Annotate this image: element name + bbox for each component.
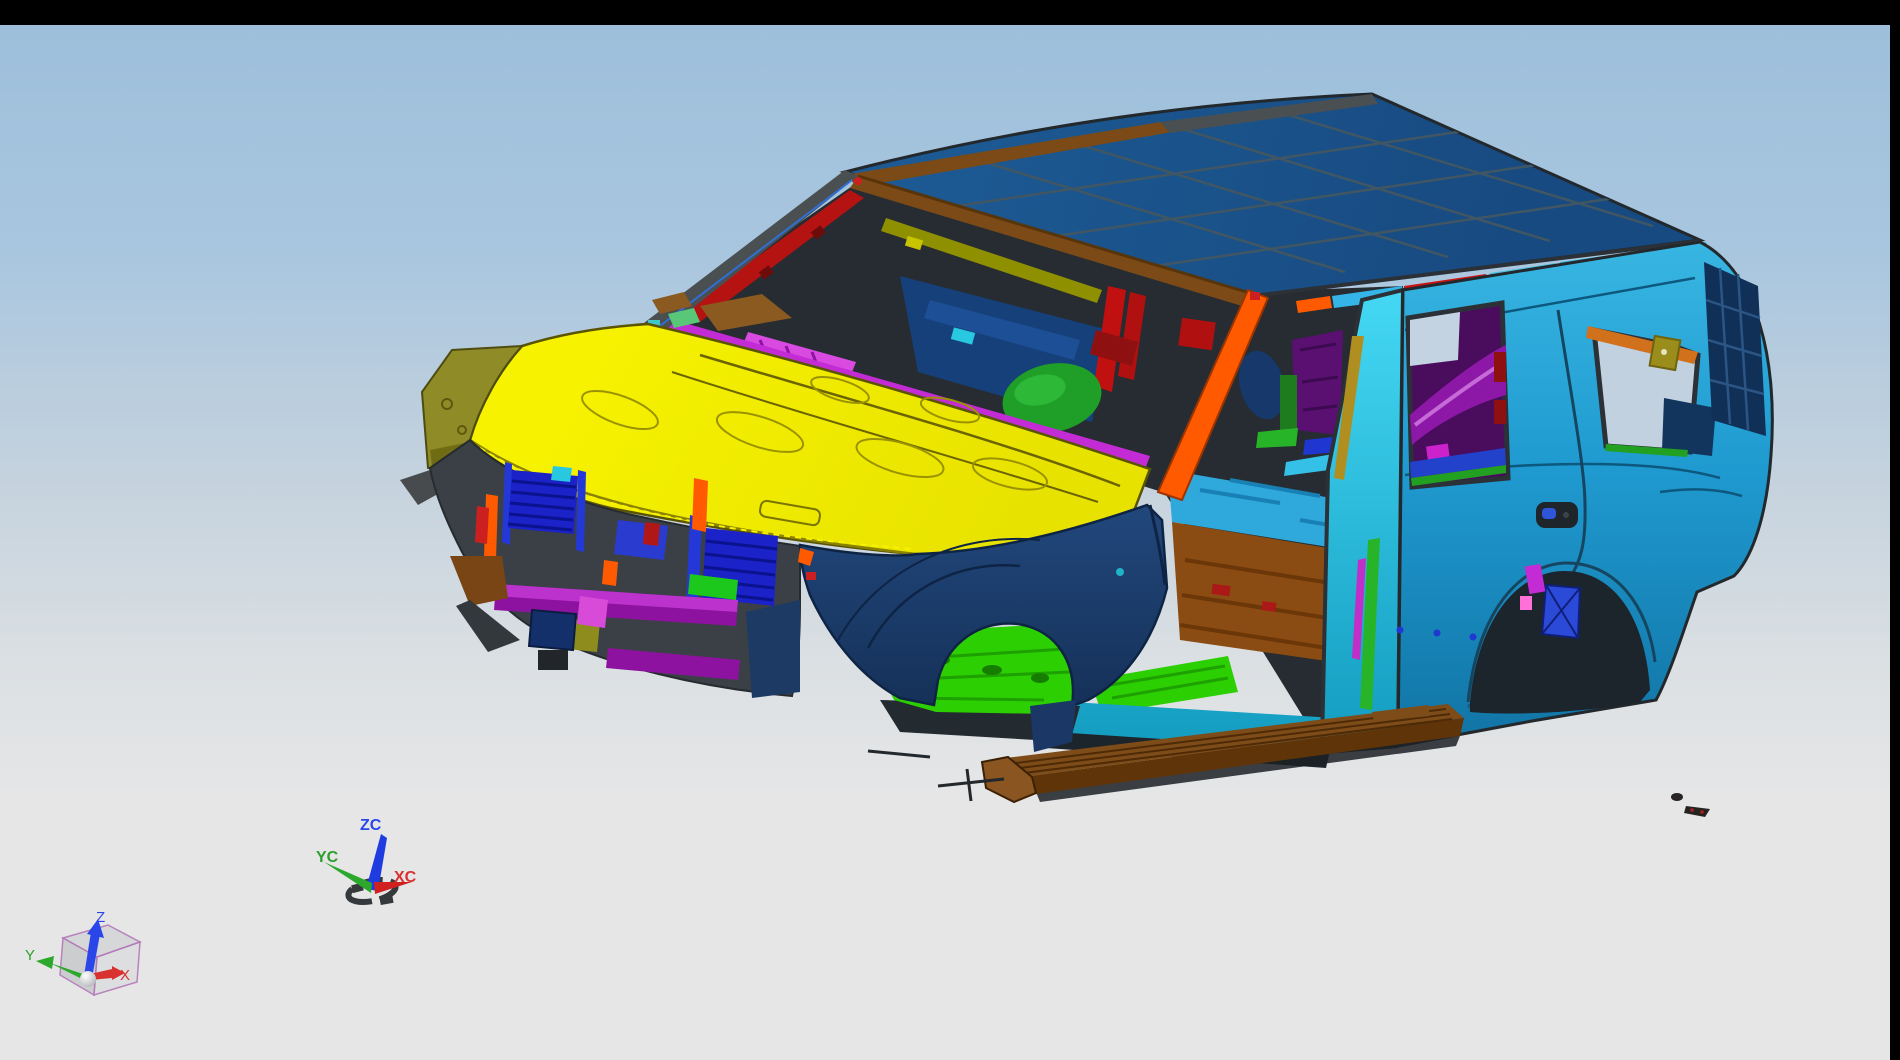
rear-door-window[interactable] [1408,303,1508,487]
fender-teal-dot [1116,568,1124,576]
red-chip [475,506,489,544]
view-triad[interactable]: Z Y X [25,909,140,995]
wheel-liner-brown [450,556,508,606]
pink-chip [577,596,608,628]
debris-bar [1684,806,1710,817]
quarter-navy-box [1662,398,1716,456]
red-chip [643,522,660,546]
debris-red-dot [1690,808,1694,812]
wcs-yc-label: YC [316,849,339,866]
debris-parts[interactable] [1671,793,1710,817]
navy-box [529,610,576,650]
wcs-yc-axis[interactable] [324,862,372,893]
window-see-through [1410,312,1460,366]
interior-red-box [1178,318,1216,350]
window-top-bar [0,0,1900,25]
plug-dot [1434,630,1441,637]
wcs-xc-label: XC [394,869,417,886]
triad-y-label: Y [25,947,35,964]
pillar-red-chip [1250,292,1260,300]
plug-dot [1470,634,1477,641]
sill-hole [1031,673,1049,683]
tag-hole [1661,349,1667,355]
triad-x-label: X [120,967,130,984]
application-window: ZC YC XC Z Y X [0,0,1900,1060]
dark-red-chip [1494,352,1506,382]
viewport-canvas[interactable]: ZC YC XC Z Y X [0,25,1890,1060]
door-handle-recess [1536,502,1578,528]
orange-bar [692,478,708,532]
d-pillar-inner[interactable] [1704,262,1766,436]
car-model[interactable] [400,94,1772,817]
dark-red-chip [1494,400,1506,424]
plug-dot [1397,627,1404,634]
triad-origin-sphere[interactable] [80,971,96,987]
orange-chip [602,560,618,586]
wcs-zc-label: ZC [360,817,382,834]
fender-red-chip [806,572,816,580]
triad-z-label: Z [96,909,105,926]
triad-y-arrowhead [36,956,54,969]
wcs-triad[interactable]: ZC YC XC [316,817,417,906]
debris-blob [1671,793,1683,801]
cyan-chip [551,466,572,482]
arch-pink-chip [1520,596,1532,610]
debris-red-dot [1700,810,1704,814]
window-right-bar [1890,0,1900,1060]
interior-green-strip [1280,375,1297,435]
dark-box [538,650,568,670]
sill-hole [982,665,1002,675]
blue-patch [614,520,668,560]
navy-wedge [746,600,800,698]
